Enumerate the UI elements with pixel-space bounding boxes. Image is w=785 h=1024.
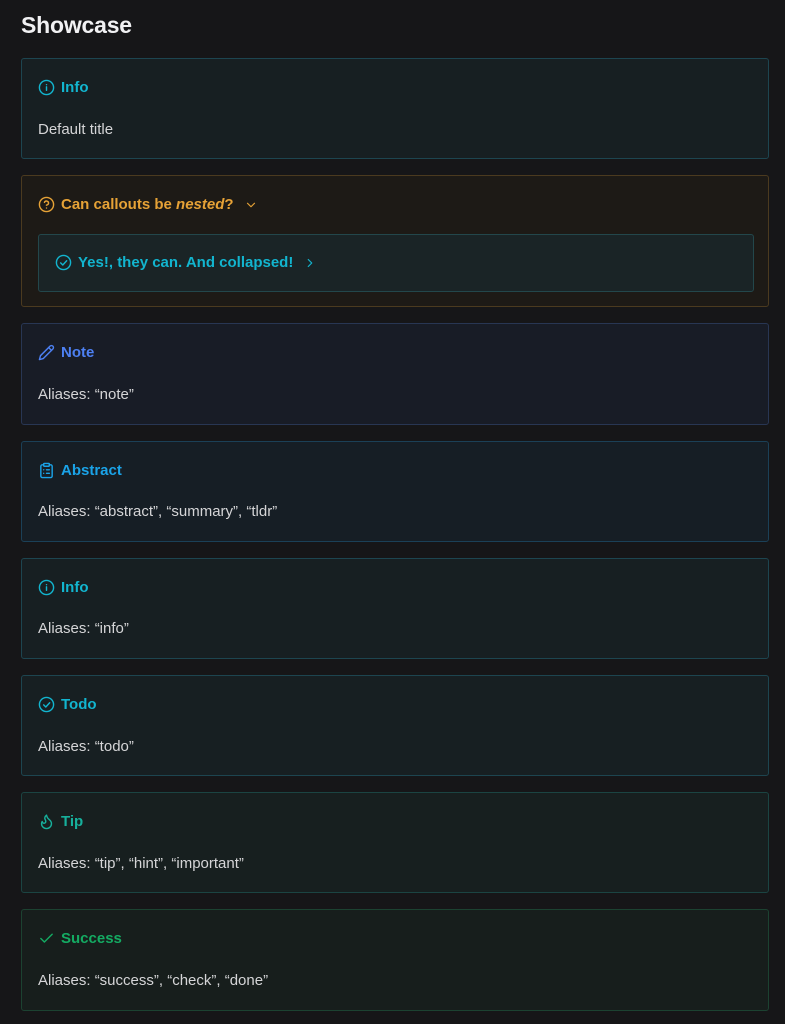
callout-title: Abstract bbox=[38, 462, 122, 479]
info-circle-icon bbox=[38, 579, 55, 596]
callout-body: Aliases: “tip”, “hint”, “important” bbox=[38, 855, 244, 872]
callout-body: Aliases: “todo” bbox=[38, 738, 134, 755]
callout-title: Info bbox=[38, 79, 89, 96]
callout-success: Success Aliases: “success”, “check”, “do… bbox=[21, 909, 769, 1011]
chevron-down-icon bbox=[246, 202, 255, 207]
info-circle-icon bbox=[38, 79, 55, 96]
callout-note: Note Aliases: “note” bbox=[21, 323, 769, 425]
callout-info: Info Aliases: “info” bbox=[21, 558, 769, 659]
title-prefix: Can callouts be bbox=[61, 196, 177, 213]
callout-title: Success bbox=[38, 930, 122, 947]
callout-title-text: Success bbox=[61, 930, 122, 947]
callout-info-default: Info Default title bbox=[21, 58, 769, 159]
pencil-icon bbox=[38, 344, 55, 361]
callout-body: Aliases: “info” bbox=[38, 620, 129, 637]
question-circle-icon bbox=[38, 196, 55, 213]
chevron-right-icon bbox=[308, 258, 313, 267]
callout-title-text: Abstract bbox=[61, 462, 122, 479]
title-suffix: ? bbox=[224, 196, 234, 213]
callout-title-text: Can callouts be nested? bbox=[61, 196, 234, 213]
callout-body: Aliases: “success”, “check”, “done” bbox=[38, 972, 269, 989]
callout-title-text: Info bbox=[61, 79, 89, 96]
flame-icon bbox=[40, 814, 53, 830]
title-emphasis: nested bbox=[176, 196, 225, 213]
callout-title-text: Note bbox=[61, 344, 95, 361]
callout-title-text: Info bbox=[61, 579, 89, 596]
callout-todo: Todo Aliases: “todo” bbox=[21, 675, 769, 776]
callout-body: Default title bbox=[38, 121, 114, 138]
check-circle-icon bbox=[55, 254, 72, 271]
check-icon bbox=[40, 933, 53, 943]
check-circle-icon bbox=[38, 696, 55, 713]
callout-question: Can callouts be nested? Yes!, they can. … bbox=[21, 175, 769, 307]
callout-title-text: Tip bbox=[61, 813, 84, 830]
callout-nested: Yes!, they can. And collapsed! bbox=[38, 234, 754, 292]
callout-body: Aliases: “note” bbox=[38, 386, 134, 403]
clipboard-icon bbox=[40, 462, 53, 479]
callout-title: Note bbox=[38, 344, 94, 361]
callout-question-toggle[interactable]: Can callouts be nested? bbox=[38, 196, 258, 213]
callout-tip: Tip Aliases: “tip”, “hint”, “important” bbox=[21, 792, 769, 893]
callout-title-text: Yes!, they can. And collapsed! bbox=[78, 254, 294, 271]
callout-title: Info bbox=[38, 579, 89, 596]
callout-title-text: Todo bbox=[61, 696, 97, 713]
callout-nested-toggle[interactable]: Yes!, they can. And collapsed! bbox=[55, 254, 317, 271]
callout-abstract: Abstract Aliases: “abstract”, “summary”,… bbox=[21, 441, 769, 542]
page-title: Showcase bbox=[21, 12, 132, 38]
callout-title: Tip bbox=[38, 813, 83, 830]
callout-title: Todo bbox=[38, 696, 97, 713]
callout-body: Aliases: “abstract”, “summary”, “tldr” bbox=[38, 503, 278, 520]
